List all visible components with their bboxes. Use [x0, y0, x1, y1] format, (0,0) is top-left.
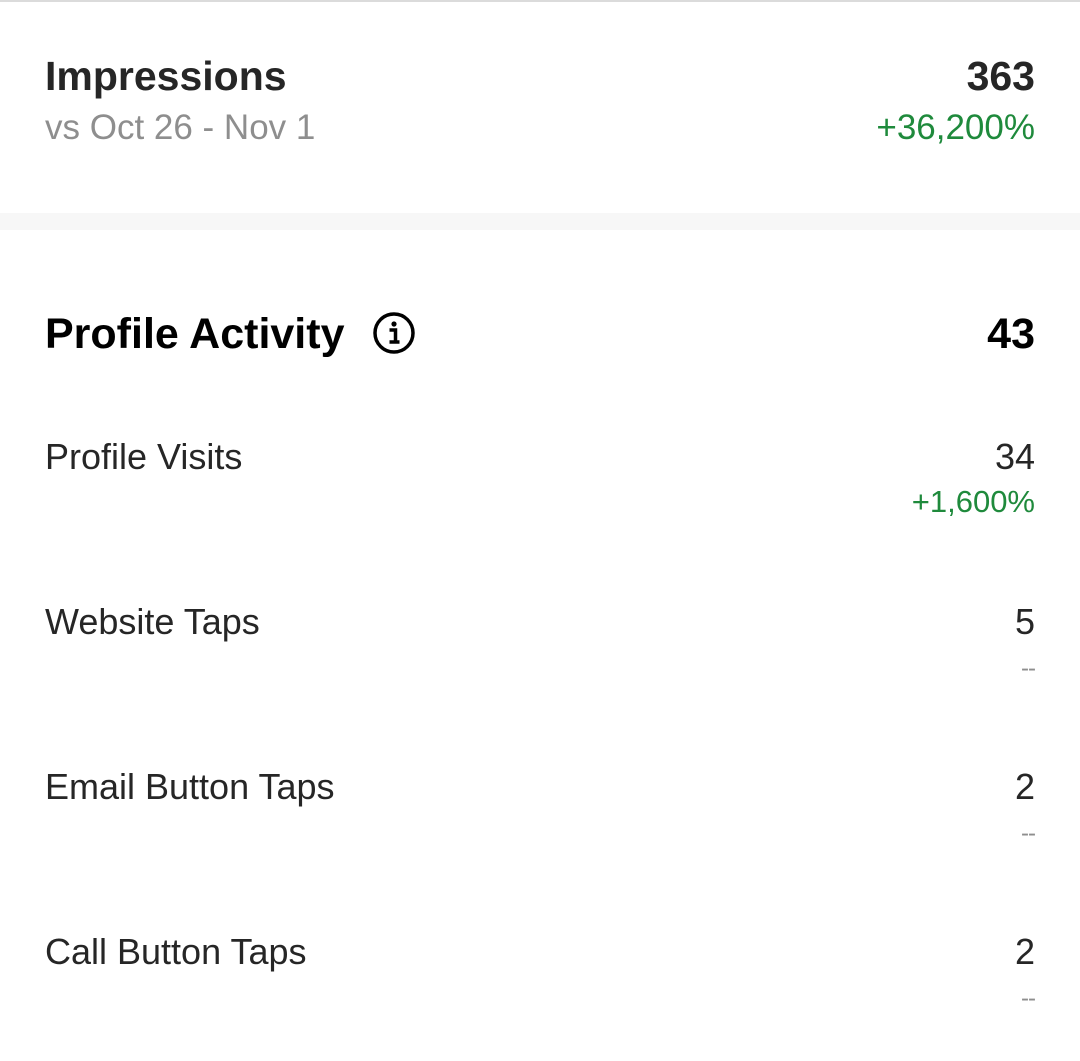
metric-value: 2	[1014, 931, 1035, 972]
metric-value: 34	[994, 436, 1035, 477]
metric-change: --	[1021, 820, 1036, 847]
impressions-change: +36,200%	[876, 108, 1035, 147]
info-circle-icon-graphic	[373, 312, 415, 354]
impressions-comparison-period: vs Oct 26 - Nov 1	[45, 108, 316, 147]
metric-change: --	[1021, 985, 1036, 1012]
impressions-title: Impressions	[45, 53, 287, 99]
metric-row-email-button-taps[interactable]: Email Button Taps 2 --	[0, 766, 1080, 896]
metric-row-call-button-taps[interactable]: Call Button Taps 2 --	[0, 931, 1080, 1061]
profile-activity-value: 43	[987, 310, 1035, 358]
metric-label: Profile Visits	[45, 436, 243, 477]
metric-change: +1,600%	[911, 484, 1035, 519]
metric-row-website-taps[interactable]: Website Taps 5 --	[0, 601, 1080, 731]
metric-change: --	[1021, 655, 1036, 682]
impressions-value: 363	[966, 53, 1035, 99]
metric-label: Website Taps	[45, 601, 260, 642]
metric-label: Email Button Taps	[45, 766, 335, 807]
metric-value: 5	[1014, 601, 1035, 642]
impressions-card[interactable]: Impressions vs Oct 26 - Nov 1 363 +36,20…	[0, 2, 1080, 213]
section-divider	[0, 213, 1080, 230]
metric-row-profile-visits[interactable]: Profile Visits 34 +1,600%	[0, 436, 1080, 566]
profile-activity-header: Profile Activity 43	[0, 300, 1080, 370]
metric-value: 2	[1014, 766, 1035, 807]
profile-activity-title: Profile Activity	[45, 310, 345, 358]
metric-label: Call Button Taps	[45, 931, 307, 972]
info-circle-icon[interactable]	[372, 311, 416, 355]
